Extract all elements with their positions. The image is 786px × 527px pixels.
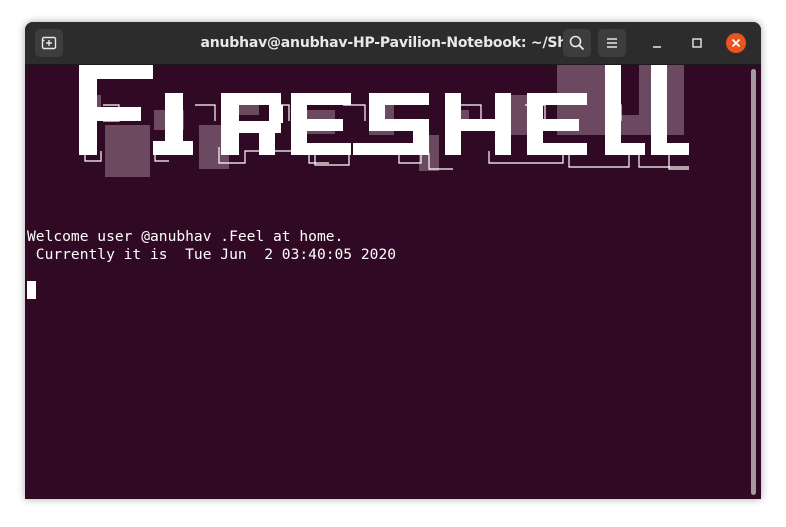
terminal-window: anubhav@anubhav-HP-Pavilion-Notebook: ~/… — [25, 22, 761, 499]
maximize-icon — [692, 38, 702, 48]
hamburger-menu-icon — [607, 38, 617, 48]
close-icon — [731, 38, 741, 48]
search-icon — [569, 35, 584, 50]
new-tab-icon — [41, 36, 57, 50]
titlebar: anubhav@anubhav-HP-Pavilion-Notebook: ~/… — [25, 22, 761, 65]
scrollbar[interactable] — [751, 69, 756, 495]
maximize-button[interactable] — [687, 33, 707, 53]
terminal-cursor — [27, 281, 36, 299]
date-message: Currently it is Tue Jun 2 03:40:05 2020 — [27, 246, 397, 263]
search-button[interactable] — [563, 29, 591, 57]
welcome-message: Welcome user @anubhav .Feel at home. — [27, 228, 344, 245]
close-button[interactable] — [726, 33, 746, 53]
menu-button[interactable] — [598, 29, 626, 57]
minimize-icon — [653, 46, 661, 48]
terminal-area[interactable]: Welcome user @anubhav .Feel at home. Cur… — [25, 65, 761, 499]
minimize-button[interactable] — [647, 33, 667, 53]
new-tab-button[interactable] — [35, 29, 63, 57]
ascii-banner — [79, 65, 689, 177]
